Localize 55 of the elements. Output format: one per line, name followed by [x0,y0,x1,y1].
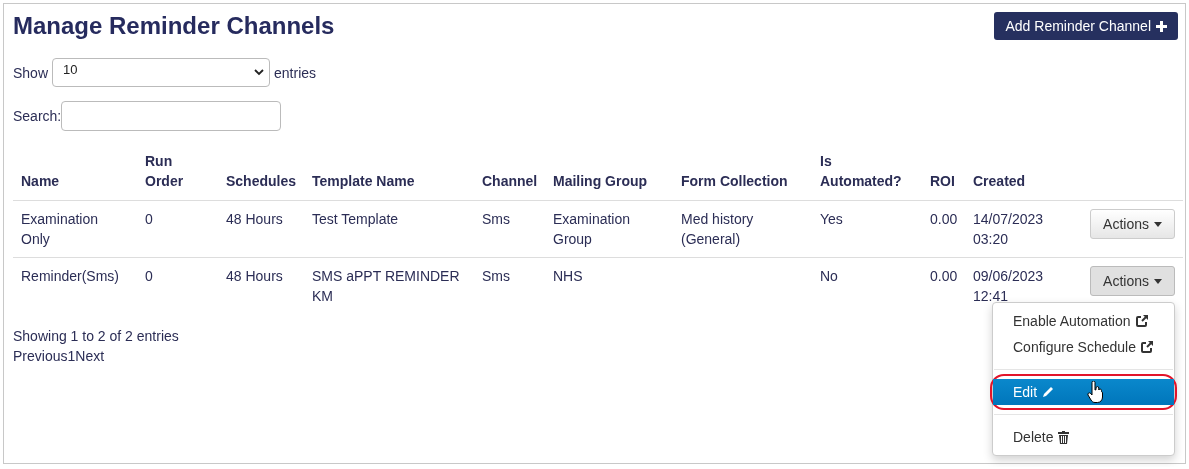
table-cell: SMS aPPT REMINDER KM [312,268,460,304]
add-reminder-channel-button[interactable]: Add Reminder Channel [994,12,1178,40]
table-cell: Examination Only [21,211,99,247]
menu-item[interactable]: Configure Schedule [993,334,1174,360]
table-cell: Reminder(Sms) [21,268,119,284]
table-cell: Test Template [312,211,399,227]
column-header: Template Name [312,173,415,189]
table-cell: Med history (General) [681,211,754,247]
pencil-icon [1042,386,1055,398]
table-cell: NHS [553,268,583,284]
menu-item[interactable]: Edit [993,379,1174,405]
pagination-link[interactable]: Next [75,346,105,366]
column-header: Channel [482,173,538,189]
table-cell: Yes [820,211,843,227]
table-cell: 0.00 [930,211,958,227]
column-header: Is Automated? [820,153,902,189]
table-cell: 0 [145,268,153,284]
column-header: Run Order [145,153,184,189]
entries-select[interactable]: 10 [52,58,271,87]
external-link-icon [1141,341,1153,353]
column-header: Schedules [226,173,297,189]
hand-cursor-icon [1087,381,1103,403]
table-cell: No [820,268,838,284]
page-title: Manage Reminder Channels [13,11,335,41]
external-link-icon [1135,315,1148,327]
column-header: Name [21,173,60,189]
column-header: Form Collection [681,173,788,189]
table-cell: Sms [482,211,510,227]
show-label: Show [13,64,49,81]
table-cell: 0 [145,211,153,227]
column-header: Mailing Group [553,173,648,189]
pagination-link[interactable]: 1 [67,346,76,366]
search-field[interactable] [61,101,282,131]
column-header: Created [973,173,1026,189]
entries-label: entries [274,64,317,81]
plus-icon [1156,20,1167,32]
menu-item[interactable]: Enable Automation [993,308,1174,334]
table-cell: 09/06/2023 12:41 [973,268,1044,304]
pagination-link[interactable]: Previous [13,346,68,366]
actions-button[interactable]: Actions [1090,266,1175,296]
table-cell: Sms [482,268,510,284]
table-cell: 0.00 [930,268,958,284]
table-cell: 48 Hours [226,268,283,284]
chevron-down-icon [254,69,265,76]
trash-icon [1058,430,1070,444]
caret-icon [1154,221,1162,227]
table-cell: 48 Hours [226,211,283,227]
table-info: Showing 1 to 2 of 2 entries [13,327,180,346]
actions-button[interactable]: Actions [1090,209,1175,239]
column-header: ROI [930,173,955,189]
search-label: Search: [13,108,62,124]
table-cell: Examination Group [553,211,631,247]
table-cell: 14/07/2023 03:20 [973,211,1044,247]
menu-item[interactable]: Delete [993,424,1174,450]
caret-icon [1154,278,1162,284]
